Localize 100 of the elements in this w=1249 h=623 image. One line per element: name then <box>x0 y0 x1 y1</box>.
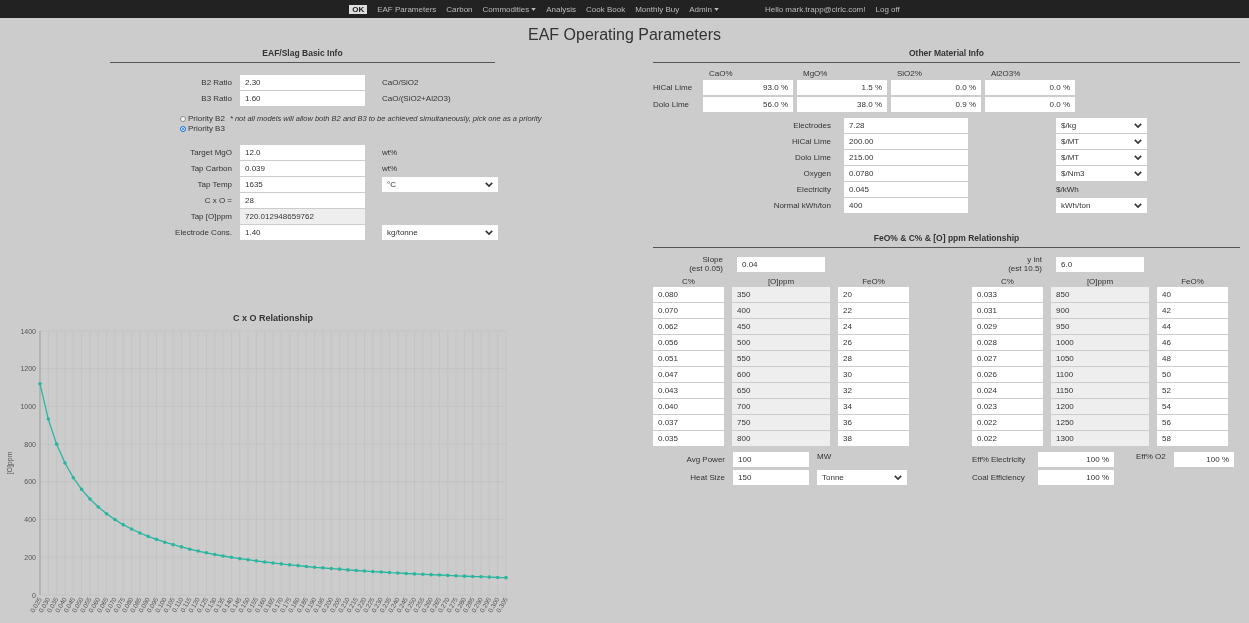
input-field[interactable]: 56.0 % <box>703 97 793 112</box>
input-field[interactable]: 42 <box>1157 302 1228 318</box>
input-field[interactable]: 0.051 <box>653 350 724 366</box>
input-field[interactable]: 0.045 <box>844 182 968 197</box>
input-field[interactable]: 0.0 % <box>985 80 1075 95</box>
input-field[interactable]: 44 <box>1157 318 1228 334</box>
input-field[interactable]: 0.035 <box>653 430 724 446</box>
input-field[interactable]: 0.056 <box>653 334 724 350</box>
input-field[interactable]: 0.023 <box>972 398 1043 414</box>
input-field[interactable]: 1250 <box>1051 414 1149 430</box>
input-field[interactable]: 0.039 <box>240 161 365 176</box>
input-field[interactable]: 38 <box>838 430 909 446</box>
input-field[interactable]: 950 <box>1051 318 1149 334</box>
input-field[interactable]: 0.031 <box>972 302 1043 318</box>
input-field[interactable]: 28 <box>838 350 909 366</box>
input-field[interactable]: 38.0 % <box>797 97 887 112</box>
input-field[interactable]: 0.047 <box>653 366 724 382</box>
input-field[interactable]: 0.04 <box>737 257 825 273</box>
input-field[interactable]: 0.070 <box>653 302 724 318</box>
input-field[interactable]: 32 <box>838 382 909 398</box>
input-field[interactable]: 450 <box>732 318 830 334</box>
input-field[interactable]: 0.040 <box>653 398 724 414</box>
input-field[interactable]: 400 <box>732 302 830 318</box>
input-field[interactable]: 0.027 <box>972 350 1043 366</box>
input-field[interactable]: 100 % <box>1038 469 1114 485</box>
input-field[interactable]: 52 <box>1157 382 1228 398</box>
input-field[interactable]: 0.062 <box>653 318 724 334</box>
input-field[interactable]: 150 <box>733 469 809 485</box>
input-field[interactable]: 600 <box>732 366 830 382</box>
input-field[interactable]: 30 <box>838 366 909 382</box>
input-field[interactable]: 0.024 <box>972 382 1043 398</box>
input-field[interactable]: 850 <box>1051 286 1149 302</box>
input-field[interactable]: 0.028 <box>972 334 1043 350</box>
nav-link[interactable]: Carbon <box>446 4 473 14</box>
input-field[interactable]: 1.60 <box>240 91 365 106</box>
logo[interactable]: OK <box>349 4 368 14</box>
input-field[interactable]: 48 <box>1157 350 1228 366</box>
nav-menu[interactable]: Commodities <box>482 4 537 14</box>
logoff-link[interactable]: Log off <box>875 4 900 14</box>
input-field[interactable]: 0.022 <box>972 430 1043 446</box>
nav-link[interactable]: EAF Parameters <box>377 4 437 14</box>
input-field[interactable]: 1.5 % <box>797 80 887 95</box>
input-field[interactable]: 900 <box>1051 302 1149 318</box>
input-field[interactable]: 100 % <box>1174 451 1234 467</box>
input-field[interactable]: 1300 <box>1051 430 1149 446</box>
input-field[interactable]: 0.037 <box>653 414 724 430</box>
input-field[interactable]: 0.0 % <box>985 97 1075 112</box>
input-field[interactable]: 200.00 <box>844 134 968 149</box>
input-field[interactable]: 0.0 % <box>891 80 981 95</box>
input-field[interactable]: 0.9 % <box>891 97 981 112</box>
input-field[interactable]: 1150 <box>1051 382 1149 398</box>
input-field[interactable]: 0.022 <box>972 414 1043 430</box>
input-field[interactable]: 0.026 <box>972 366 1043 382</box>
nav-link[interactable]: Monthly Buy <box>635 4 680 14</box>
input-field[interactable]: 34 <box>838 398 909 414</box>
input-field[interactable]: 36 <box>838 414 909 430</box>
input-field[interactable]: 46 <box>1157 334 1228 350</box>
greeting-link[interactable]: Hello mark.trapp@cirlc.com! <box>764 4 866 14</box>
input-field[interactable]: 93.0 % <box>703 80 793 95</box>
input-field[interactable]: 400 <box>844 198 968 213</box>
input-field[interactable]: 650 <box>732 382 830 398</box>
radio-label[interactable]: Priority B2 <box>188 114 225 123</box>
nav-link[interactable]: Analysis <box>546 4 577 14</box>
input-field[interactable]: 12.0 <box>240 145 365 160</box>
unit-dropdown[interactable]: $/kg <box>1056 118 1147 133</box>
input-field[interactable]: 800 <box>732 430 830 446</box>
input-field[interactable]: 500 <box>732 334 830 350</box>
nav-menu[interactable]: Admin <box>689 4 719 14</box>
input-field[interactable]: 26 <box>838 334 909 350</box>
input-field[interactable]: 215.00 <box>844 150 968 165</box>
input-field[interactable]: 1.40 <box>240 225 365 240</box>
unit-dropdown[interactable]: Tonne <box>817 469 907 485</box>
unit-dropdown[interactable]: kWh/ton <box>1056 198 1147 213</box>
input-field[interactable]: 20 <box>838 286 909 302</box>
input-field[interactable]: 0.0780 <box>844 166 968 181</box>
input-field[interactable]: 550 <box>732 350 830 366</box>
input-field[interactable]: 350 <box>732 286 830 302</box>
input-field[interactable]: 0.043 <box>653 382 724 398</box>
unit-dropdown[interactable]: kg/tonne <box>382 225 498 240</box>
input-field[interactable]: 0.033 <box>972 286 1043 302</box>
input-field[interactable]: 750 <box>732 414 830 430</box>
input-field[interactable]: 1200 <box>1051 398 1149 414</box>
radio-label[interactable]: Priority B3 <box>188 124 225 133</box>
input-field[interactable]: 28 <box>240 193 365 208</box>
nav-link[interactable]: Cook Book <box>586 4 626 14</box>
unit-dropdown[interactable]: °C <box>382 177 498 192</box>
input-field[interactable]: 40 <box>1157 286 1228 302</box>
input-field[interactable]: 100 <box>733 451 809 467</box>
input-field[interactable]: 2.30 <box>240 75 365 90</box>
input-field[interactable]: 720.012948659762 <box>240 209 365 224</box>
input-field[interactable]: 0.029 <box>972 318 1043 334</box>
input-field[interactable]: 58 <box>1157 430 1228 446</box>
input-field[interactable]: 1050 <box>1051 350 1149 366</box>
input-field[interactable]: 54 <box>1157 398 1228 414</box>
unit-dropdown[interactable]: $/MT <box>1056 150 1147 165</box>
input-field[interactable]: 700 <box>732 398 830 414</box>
input-field[interactable]: 0.080 <box>653 286 724 302</box>
input-field[interactable]: 6.0 <box>1056 257 1144 273</box>
input-field[interactable]: 1100 <box>1051 366 1149 382</box>
unit-dropdown[interactable]: $/MT <box>1056 134 1147 149</box>
